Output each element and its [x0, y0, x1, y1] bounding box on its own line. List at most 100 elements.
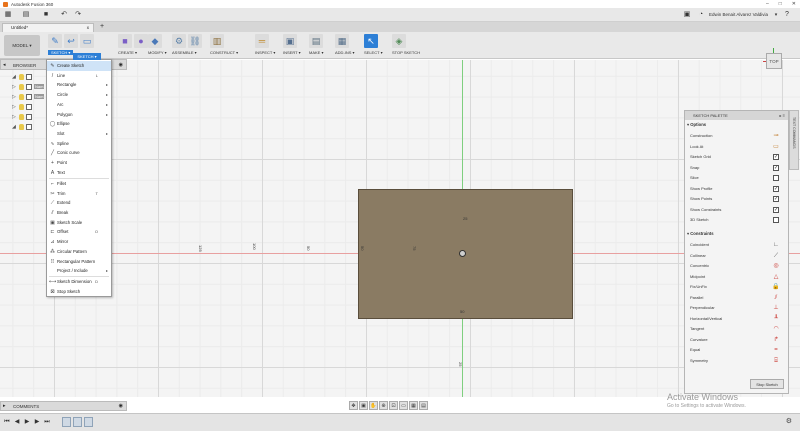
timeline-feature-icon[interactable] [73, 417, 82, 427]
navigation-tool-icon[interactable]: ⊕ [379, 401, 388, 410]
timeline-playback-icon[interactable]: ⏮ [3, 418, 11, 426]
toolbar-group-label[interactable]: STOP SKETCH [392, 50, 420, 55]
navigation-tool-icon[interactable]: ✋ [369, 401, 378, 410]
menu-item-spline[interactable]: ∿ Spline [47, 139, 111, 149]
constraint-perpendicular[interactable]: Perpendicular ⊥ [690, 303, 785, 313]
toolbar-tool-icon[interactable]: ↖ [364, 34, 378, 48]
stop-sketch-button[interactable]: Stop Sketch [750, 379, 784, 389]
constraint-icon[interactable]: = [772, 346, 780, 354]
navigation-tool-icon[interactable]: ✥ [349, 401, 358, 410]
menu-item-rectangular-pattern[interactable]: ⠿ Rectangular Pattern [47, 257, 111, 267]
toolbar-tool-icon[interactable]: ▤ [309, 34, 323, 48]
browser-tree-row[interactable]: ▷ [12, 112, 32, 121]
menu-item-break[interactable]: ⫽ Break [47, 208, 111, 218]
checkbox[interactable]: ✓ [773, 164, 779, 171]
navigation-tool-icon[interactable]: ▭ [399, 401, 408, 410]
menu-item-fillet[interactable]: ⌐ Fillet [47, 179, 111, 189]
toolbar-group-label[interactable]: MAKE ▾ [309, 50, 323, 55]
expand-triangle-icon[interactable]: ▷ [12, 104, 17, 110]
toolbar-tool-icon[interactable]: ⛓ [188, 34, 202, 48]
toolbar-group-label[interactable]: INSERT ▾ [283, 50, 301, 55]
menu-item-stop-sketch[interactable]: ⊠ Stop Sketch [47, 287, 111, 297]
menu-item-offset[interactable]: ⊏ Offset O [47, 227, 111, 237]
toolbar-group-label[interactable]: ASSEMBLE ▾ [172, 50, 197, 55]
toolbar-tool-icon[interactable]: ◈ [392, 34, 406, 48]
menu-item-project-include[interactable]: Project / Include ▸ [47, 266, 111, 276]
constraint-icon[interactable]: ⫽ [772, 294, 780, 302]
constraint-horizontal-vertical[interactable]: Horizontal/Vertical ┸ [690, 314, 785, 324]
toolbar-tool-icon[interactable]: ▦ [335, 34, 349, 48]
menu-item-polygon[interactable]: Polygon ▸ [47, 110, 111, 120]
constraint-icon[interactable]: ┸ [772, 315, 780, 323]
save-icon[interactable]: ■ [42, 11, 50, 19]
palette-option-look-at[interactable]: Look At ▭ [690, 142, 785, 152]
toolbar-group-label[interactable]: SKETCH ▾ [48, 50, 74, 55]
user-dropdown-icon[interactable]: ▾ [772, 11, 780, 19]
constraint-icon[interactable]: ⌸ [772, 357, 780, 365]
timeline-playback-icon[interactable]: ▶ [23, 418, 31, 426]
constraint-icon[interactable]: ∟ [772, 241, 780, 249]
expand-triangle-icon[interactable]: ▷ [12, 84, 17, 90]
pin-icon[interactable]: ◉ [119, 62, 123, 68]
toolbar-group-label[interactable]: ADD-INS ▾ [335, 50, 355, 55]
sketch-menu-header[interactable]: SKETCH ▾ [73, 53, 101, 60]
redo-icon[interactable]: ↷ [74, 11, 82, 19]
menu-item-sketch-dimension[interactable]: ⟷ Sketch Dimension D [47, 277, 111, 287]
view-cube[interactable]: TOP [762, 48, 786, 72]
constraint-collinear[interactable]: Collinear ⟋ [690, 251, 785, 261]
checkbox[interactable]: ✓ [773, 154, 779, 160]
constraint-midpoint[interactable]: Midpoint △ [690, 272, 785, 282]
checkbox[interactable] [773, 175, 779, 181]
constraint-coincident[interactable]: Coincident ∟ [690, 240, 785, 250]
toolbar-tool-icon[interactable]: ▣ [283, 34, 297, 48]
toolbar-tool-icon[interactable]: ■ [118, 34, 132, 48]
constraint-concentric[interactable]: Concentric ◎ [690, 261, 785, 271]
menu-item-slot[interactable]: Slot ▸ [47, 129, 111, 139]
constraint-tangent[interactable]: Tangent ◠ [690, 324, 785, 334]
palette-option-sketch-grid[interactable]: Sketch Grid ✓ [690, 152, 785, 162]
palette-option-show-constraints[interactable]: Show Constraints ✓ [690, 205, 785, 215]
palette-option-snap[interactable]: Snap ✓ [690, 163, 785, 173]
comments-panel[interactable]: ▸ COMMENTS ◉ [0, 401, 127, 411]
menu-item-rectangle[interactable]: Rectangle ▸ [47, 80, 111, 90]
toolbar-group-label[interactable]: CREATE ▾ [118, 50, 137, 55]
toolbar-tool-icon[interactable]: ↩ [64, 34, 78, 48]
palette-option-3d-sketch[interactable]: 3D Sketch [690, 215, 785, 225]
menu-item-ellipse[interactable]: ◯ Ellipse [47, 119, 111, 129]
expand-icon[interactable]: ▸ [3, 403, 6, 409]
constraint-icon[interactable]: ⊥ [772, 304, 780, 312]
menu-item-circle[interactable]: Circle ▸ [47, 90, 111, 100]
navigation-tool-icon[interactable]: ▦ [409, 401, 418, 410]
menu-item-trim[interactable]: ✂ Trim T [47, 189, 111, 199]
toolbar-tool-icon[interactable]: ▥ [210, 34, 224, 48]
user-account-name[interactable]: Edwin Benait Alvarez Valdivia [709, 12, 768, 17]
toolbar-group-label[interactable]: INSPECT ▾ [255, 50, 275, 55]
menu-item-point[interactable]: + Point [47, 158, 111, 168]
palette-option-show-profile[interactable]: Show Profile ✓ [690, 184, 785, 194]
options-section-header[interactable]: ▾ Options [687, 122, 706, 127]
toolbar-tool-icon[interactable]: ◆ [148, 34, 162, 48]
constraint-fix-unfix[interactable]: Fix/UnFix 🔒 [690, 282, 785, 292]
palette-option-icon[interactable]: ⊸ [772, 132, 780, 140]
sketch-palette-header[interactable]: SKETCH PALETTE ▸ ≡ [685, 111, 788, 120]
maximize-button[interactable]: □ [779, 1, 782, 7]
visibility-bulb-icon[interactable] [19, 113, 24, 120]
toolbar-tool-icon[interactable]: ● [134, 34, 148, 48]
constraint-equal[interactable]: Equal = [690, 345, 785, 355]
timeline-feature-icon[interactable] [62, 417, 71, 427]
palette-option-slice[interactable]: Slice [690, 173, 785, 183]
constraint-icon[interactable]: ◎ [772, 262, 780, 270]
constraint-icon[interactable]: ↱ [772, 336, 780, 344]
expand-triangle-icon[interactable]: ▷ [12, 114, 17, 120]
expand-triangle-icon[interactable]: ▷ [12, 94, 17, 100]
menu-item-conic-curve[interactable]: ╱ Conic curve [47, 148, 111, 158]
visibility-bulb-icon[interactable] [19, 73, 24, 80]
toolbar-tool-icon[interactable]: ▭ [80, 34, 94, 48]
expand-triangle-icon[interactable]: ◢ [12, 124, 17, 130]
visibility-bulb-icon[interactable] [19, 103, 24, 110]
constraint-icon[interactable]: △ [772, 273, 780, 281]
constraint-symmetry[interactable]: Symmetry ⌸ [690, 356, 785, 366]
workspace-switcher[interactable]: MODEL ▾ [4, 35, 40, 56]
job-status-icon[interactable]: ▣ [683, 11, 691, 19]
visibility-bulb-icon[interactable] [19, 83, 24, 90]
